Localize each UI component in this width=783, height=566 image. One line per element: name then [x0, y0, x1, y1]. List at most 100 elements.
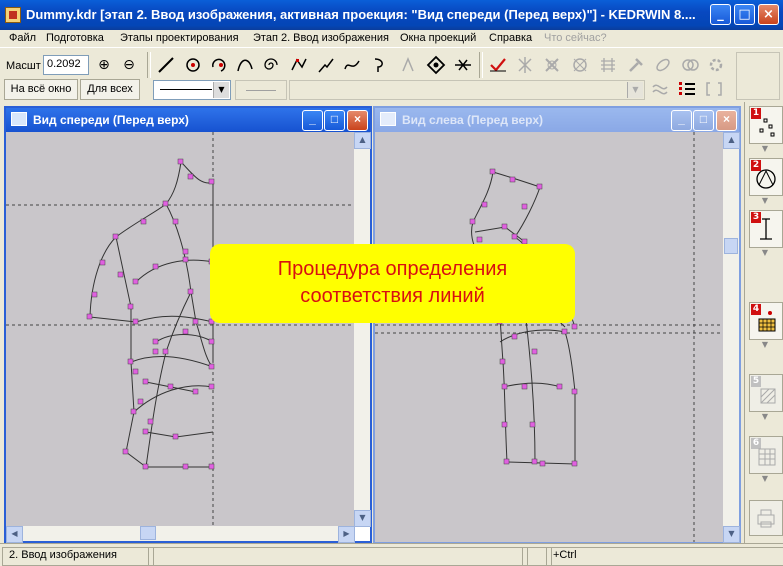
front-minimize-button[interactable]: _ — [302, 110, 323, 131]
front-view-title: Вид спереди (Перед верх) — [33, 113, 189, 127]
scroll-up-icon[interactable]: ▲ — [354, 132, 371, 149]
stage-button-6: 6 — [749, 436, 783, 474]
stage-button-print — [749, 500, 783, 536]
front-view-titlebar[interactable]: Вид спереди (Перед верх) _ □ × — [6, 108, 370, 132]
toolbar-separator — [479, 52, 483, 78]
front-view-drawing — [6, 132, 354, 526]
zoom-in-icon[interactable]: ⊕ — [92, 53, 116, 77]
left-close-button[interactable]: × — [716, 110, 737, 131]
chevron-down-icon: ▼ — [761, 474, 769, 483]
numbered-list-icon[interactable] — [675, 77, 699, 101]
pattern-grid-icon — [758, 311, 776, 332]
chevron-down-icon: ▼ — [761, 412, 769, 421]
point-tool-icon[interactable] — [181, 53, 205, 77]
scale-label: Масшт — [6, 60, 41, 72]
rotate-point-icon[interactable] — [207, 53, 231, 77]
toolbar: Масшт 0.2092 ⊕ ⊖ На всё окно Для всех ▼ … — [0, 47, 783, 102]
scroll-thumb[interactable] — [140, 526, 156, 540]
weave-tool-icon — [596, 53, 620, 77]
menu-design-stages[interactable]: Этапы проектирования — [120, 32, 239, 44]
menu-file[interactable]: Файл — [9, 32, 36, 44]
view-window-icon — [380, 112, 396, 126]
left-minimize-button[interactable]: _ — [671, 110, 692, 131]
toolbar-blank-slot — [736, 52, 780, 100]
edit-line-icon[interactable] — [314, 53, 338, 77]
status-bar: 2. Ввод изображения +Ctrl — [0, 543, 783, 566]
procedure-banner: Процедура определения соответствия линий — [210, 244, 575, 323]
chevron-down-icon: ▼ — [761, 144, 769, 153]
arrow-tool-icon[interactable] — [368, 53, 392, 77]
chevron-down-icon[interactable]: ▼ — [213, 82, 229, 98]
front-view-canvas[interactable] — [6, 132, 354, 526]
banner-line-2: соответствия линий — [300, 285, 485, 307]
diamond-tool-icon[interactable] — [424, 53, 448, 77]
left-view-canvas[interactable] — [375, 132, 723, 542]
left-vertical-scrollbar[interactable]: ▲ ▼ — [723, 132, 740, 543]
front-view-window[interactable]: Вид спереди (Перед верх) _ □ × ▲ ▼ ◀ ▶ — [4, 106, 372, 543]
maximize-button[interactable]: □ — [734, 4, 755, 25]
hatch-icon — [760, 388, 776, 404]
scale-input[interactable]: 0.2092 — [43, 55, 89, 75]
curve-tool-icon[interactable] — [233, 53, 257, 77]
close-button[interactable]: × — [758, 4, 779, 25]
stage-button-5: 5 — [749, 374, 783, 412]
scroll-up-icon[interactable]: ▲ — [723, 132, 740, 149]
scroll-left-icon[interactable]: ◀ — [6, 526, 23, 543]
for-all-button[interactable]: Для всех — [80, 79, 140, 100]
left-view-titlebar[interactable]: Вид слева (Перед верх) _ □ × — [375, 108, 739, 132]
bracket-tool-icon — [702, 77, 726, 101]
menu-prepare[interactable]: Подготовка — [46, 32, 104, 44]
procedure-banner-text: Процедура определения соответствия линий — [210, 256, 575, 310]
front-horizontal-scrollbar[interactable]: ◀ ▶ — [6, 526, 355, 543]
scroll-down-icon[interactable]: ▼ — [723, 526, 740, 543]
scatter-points-icon — [759, 118, 775, 137]
left-view-window[interactable]: Вид слева (Перед верх) _ □ × ▲ ▼ — [373, 106, 741, 543]
scroll-thumb[interactable] — [724, 238, 738, 254]
front-maximize-button[interactable]: □ — [324, 110, 345, 131]
check-tool-icon[interactable] — [486, 53, 510, 77]
scroll-right-icon[interactable]: ▶ — [338, 526, 355, 543]
layer-dropdown: ▼ — [289, 80, 645, 100]
split-tool-icon[interactable] — [451, 53, 475, 77]
zoom-out-icon[interactable]: ⊖ — [117, 53, 141, 77]
line-style-dropdown[interactable]: ▼ — [153, 80, 231, 100]
stage-button-4[interactable]: 4 — [749, 302, 783, 340]
chevron-down-icon: ▼ — [761, 248, 769, 257]
menu-projection-windows[interactable]: Окна проекций — [400, 32, 476, 44]
line-tool-icon[interactable] — [154, 53, 178, 77]
merge-tool-icon — [540, 53, 564, 77]
table-grid-icon — [758, 448, 776, 466]
text-tool-icon — [396, 53, 420, 77]
app-icon — [5, 7, 21, 23]
menu-stage2-input[interactable]: Этап 2. Ввод изображения — [253, 32, 389, 44]
shape-outline-icon — [756, 169, 776, 189]
move-points-icon[interactable] — [287, 53, 311, 77]
stage-button-2[interactable]: 2 — [749, 158, 783, 196]
spiral-tool-icon[interactable] — [259, 53, 283, 77]
minimize-button[interactable]: _ — [710, 4, 731, 25]
line-style-preview — [160, 89, 212, 90]
stage-panel: 1 ▼ 2 ▼ 3 ▼ 4 ▼ 5 ▼ 6 ▼ — [744, 102, 783, 543]
banner-line-1: Процедура определения — [277, 258, 508, 280]
chevron-down-icon: ▼ — [761, 340, 769, 349]
menu-whats-this: Что сейчас? — [544, 32, 607, 44]
status-modifier: +Ctrl — [546, 547, 783, 566]
stage-button-3[interactable]: 3 — [749, 210, 783, 248]
scroll-down-icon[interactable]: ▼ — [354, 510, 371, 527]
menu-bar: Файл Подготовка Этапы проектирования Эта… — [0, 30, 783, 47]
fit-window-button[interactable]: На всё окно — [4, 79, 78, 100]
front-vertical-scrollbar[interactable]: ▲ ▼ — [354, 132, 371, 527]
stage-button-1[interactable]: 1 — [749, 106, 783, 144]
printer-icon — [757, 509, 775, 528]
left-view-drawing — [375, 132, 723, 542]
status-stage: 2. Ввод изображения — [2, 547, 154, 566]
title-bar[interactable]: Dummy.kdr [этап 2. Ввод изображения, акт… — [0, 0, 783, 30]
cross-tool-icon — [513, 53, 537, 77]
menu-help[interactable]: Справка — [489, 32, 532, 44]
smooth-line-icon[interactable] — [340, 53, 364, 77]
status-message — [148, 547, 528, 566]
line-width-preview — [246, 90, 276, 91]
left-maximize-button[interactable]: □ — [693, 110, 714, 131]
chevron-down-icon: ▼ — [761, 196, 769, 205]
front-close-button[interactable]: × — [347, 110, 368, 131]
